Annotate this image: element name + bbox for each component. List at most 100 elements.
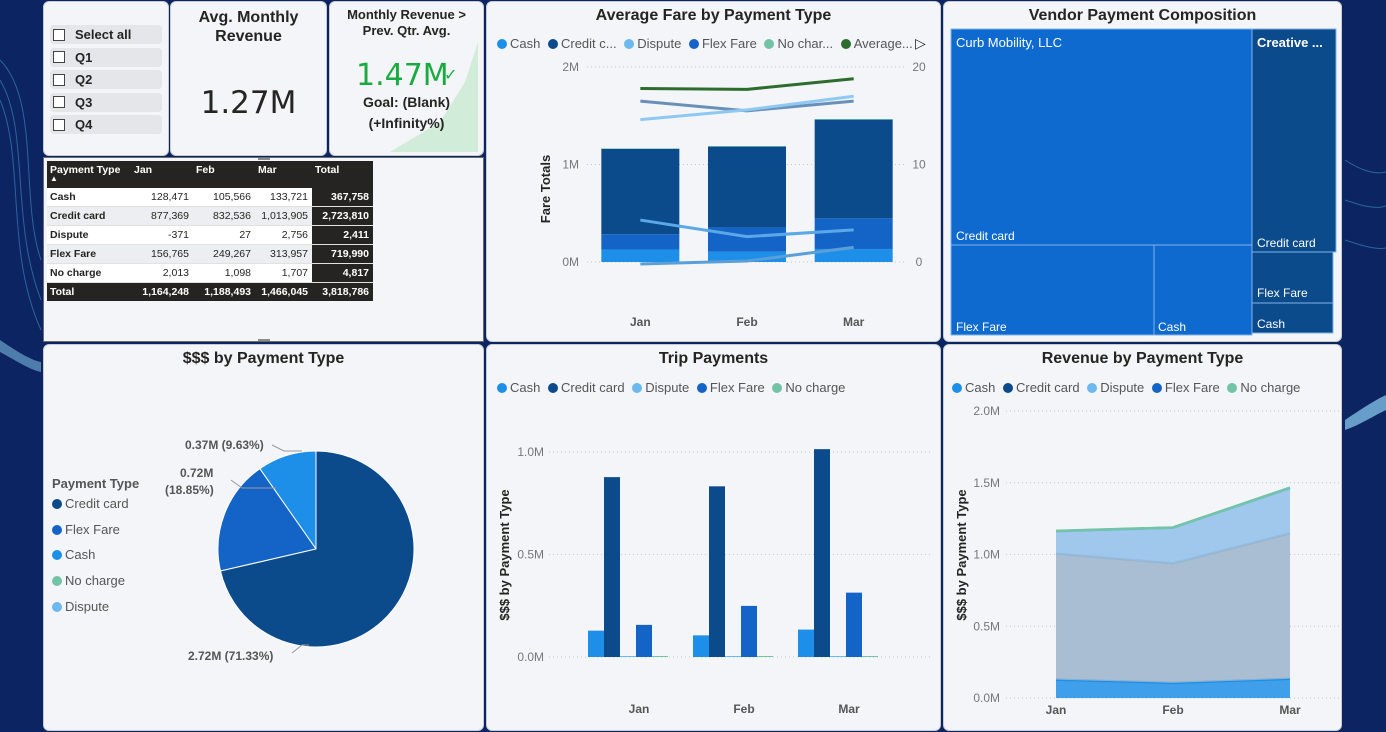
cell: 313,957 xyxy=(255,244,312,264)
checkbox-icon[interactable] xyxy=(53,28,65,41)
revenue-area-card[interactable]: Revenue by Payment Type Cash Credit card… xyxy=(943,344,1342,731)
bar xyxy=(693,635,709,657)
treemap-label: Flex Fare xyxy=(1257,286,1308,300)
table-row: Flex Fare 156,765 249,267 313,957 719,99… xyxy=(47,244,373,264)
check-icon: ✓ xyxy=(444,67,458,84)
bar-segment xyxy=(708,146,786,147)
quarter-slicer: Select all Q1 Q2 Q3 Q4 xyxy=(43,1,169,156)
slicer-item-label: Q4 xyxy=(75,117,93,132)
bar xyxy=(798,629,814,657)
table-row: Credit card 877,369 832,536 1,013,905 2,… xyxy=(47,206,373,226)
treemap-label: Credit card xyxy=(1257,236,1316,250)
kpi-title-line: Prev. Qtr. Avg. xyxy=(362,23,451,38)
cell: 156,765 xyxy=(131,244,193,264)
y-tick-label: 0.5M xyxy=(517,548,544,562)
y-tick-label: 2.0M xyxy=(973,404,1000,418)
resize-handle[interactable] xyxy=(258,158,270,160)
y2-tick-label: 10 xyxy=(912,158,926,172)
slicer-item-select-all[interactable]: Select all xyxy=(50,25,162,44)
cell: 1,013,905 xyxy=(255,206,312,226)
slicer-item-q4[interactable]: Q4 xyxy=(50,115,162,134)
table-row: No charge 2,013 1,098 1,707 4,817 xyxy=(47,263,373,283)
cell: 1,164,248 xyxy=(131,282,193,301)
slicer-item-label: Q2 xyxy=(75,72,93,87)
x-tick-label: Mar xyxy=(1279,703,1301,717)
checkbox-icon[interactable] xyxy=(53,73,65,86)
header-label: Payment Type xyxy=(50,164,121,176)
cell: 877,369 xyxy=(131,206,193,226)
checkbox-icon[interactable] xyxy=(53,51,65,63)
pie-chart: 0.37M (9.63%) 0.72M (18.85%) 2.72M (71.3… xyxy=(165,438,415,663)
cell: 2,013 xyxy=(131,263,193,283)
cell: 1,098 xyxy=(193,263,255,283)
cell: 1,466,045 xyxy=(255,282,312,301)
treemap-label: Cash xyxy=(1257,317,1285,331)
series-line xyxy=(640,94,854,122)
y-tick-label: 1M xyxy=(562,158,579,172)
bar xyxy=(814,449,830,657)
total-row: Total 1,164,248 1,188,493 1,466,045 3,81… xyxy=(47,282,373,301)
pie-data-label: 0.37M (9.63%) xyxy=(185,438,264,452)
treemap-tile-creative-credit[interactable] xyxy=(1251,28,1337,253)
avg-monthly-revenue-card[interactable]: Avg. Monthly Revenue 1.27M xyxy=(170,1,327,156)
checkbox-icon[interactable] xyxy=(53,118,65,131)
treemap-label: Cash xyxy=(1158,320,1186,334)
vendor-treemap: Curb Mobility, LLC Creative ... Credit c… xyxy=(950,28,1337,336)
bar xyxy=(830,656,846,657)
row-label: Credit card xyxy=(47,206,131,226)
row-label: Dispute xyxy=(47,225,131,245)
matrix-col-header[interactable]: Payment Type ▲ xyxy=(47,161,131,188)
avg-fare-chart-card[interactable]: Average Fare by Payment Type Cash Credit… xyxy=(486,1,941,342)
table-row: Dispute -371 27 2,756 2,411 xyxy=(47,225,373,245)
matrix-header-row: Payment Type ▲ Jan Feb Mar Total xyxy=(47,161,373,188)
bar-segment xyxy=(814,218,893,249)
kpi-title-line: Avg. Monthly xyxy=(198,9,299,26)
matrix-col-header[interactable]: Mar xyxy=(255,161,312,188)
x-tick-label: Jan xyxy=(630,315,651,329)
bar xyxy=(588,630,604,657)
cell: 133,721 xyxy=(255,188,312,207)
bar xyxy=(604,477,620,657)
cell: 105,566 xyxy=(193,188,255,207)
sort-arrow-icon: ▲ xyxy=(50,174,58,183)
matrix-col-header[interactable]: Jan xyxy=(131,161,193,188)
treemap-tile-curb-credit[interactable] xyxy=(950,28,1253,246)
slicer-item-q1[interactable]: Q1 xyxy=(50,47,162,67)
treemap-label: Creative ... xyxy=(1257,35,1323,50)
treemap-label: Credit card xyxy=(956,229,1015,243)
vendor-treemap-card[interactable]: Vendor Payment Composition Curb Mobility… xyxy=(943,1,1342,342)
payment-matrix-card[interactable]: Payment Type ▲ Jan Feb Mar Total Cash 128… xyxy=(43,157,484,342)
slicer-item-q3[interactable]: Q3 xyxy=(50,92,162,112)
cell: 27 xyxy=(193,225,255,245)
trip-payments-card[interactable]: Trip Payments Cash Credit card Dispute F… xyxy=(486,344,941,731)
x-tick-label: Feb xyxy=(736,315,757,329)
total-cell: 2,723,810 xyxy=(312,206,373,226)
pie-data-label: 0.72M xyxy=(180,466,213,480)
matrix-col-header[interactable]: Feb xyxy=(193,161,255,188)
matrix-col-header[interactable]: Total xyxy=(312,161,373,188)
y2-tick-label: 20 xyxy=(912,60,926,74)
cell: 249,267 xyxy=(193,244,255,264)
monthly-revenue-goal-card[interactable]: Monthly Revenue > Prev. Qtr. Avg. 1.47M … xyxy=(329,1,484,156)
cell: 2,756 xyxy=(255,225,312,245)
bar-segment xyxy=(708,146,786,228)
x-tick-label: Mar xyxy=(843,315,865,329)
pie-chart-card[interactable]: $$$ by Payment Type Payment Type Credit … xyxy=(43,344,484,731)
payment-matrix: Payment Type ▲ Jan Feb Mar Total Cash 128… xyxy=(47,161,373,301)
cell: 1,707 xyxy=(255,263,312,283)
bar xyxy=(741,605,757,657)
bar xyxy=(846,592,862,657)
kpi-goal: Goal: (Blank) (+Infinity%) xyxy=(330,92,483,134)
series-line xyxy=(640,77,854,91)
bar xyxy=(709,486,725,657)
slicer-item-label: Q1 xyxy=(75,49,93,65)
resize-handle[interactable] xyxy=(258,339,270,341)
row-label: Total xyxy=(47,282,131,301)
bar xyxy=(725,656,741,657)
checkbox-icon[interactable] xyxy=(53,96,65,108)
row-label: No charge xyxy=(47,263,131,283)
row-label: Flex Fare xyxy=(47,244,131,264)
y-tick-label: 0.5M xyxy=(973,619,1000,633)
y-tick-label: 1.5M xyxy=(973,476,1000,490)
slicer-item-q2[interactable]: Q2 xyxy=(50,70,162,89)
